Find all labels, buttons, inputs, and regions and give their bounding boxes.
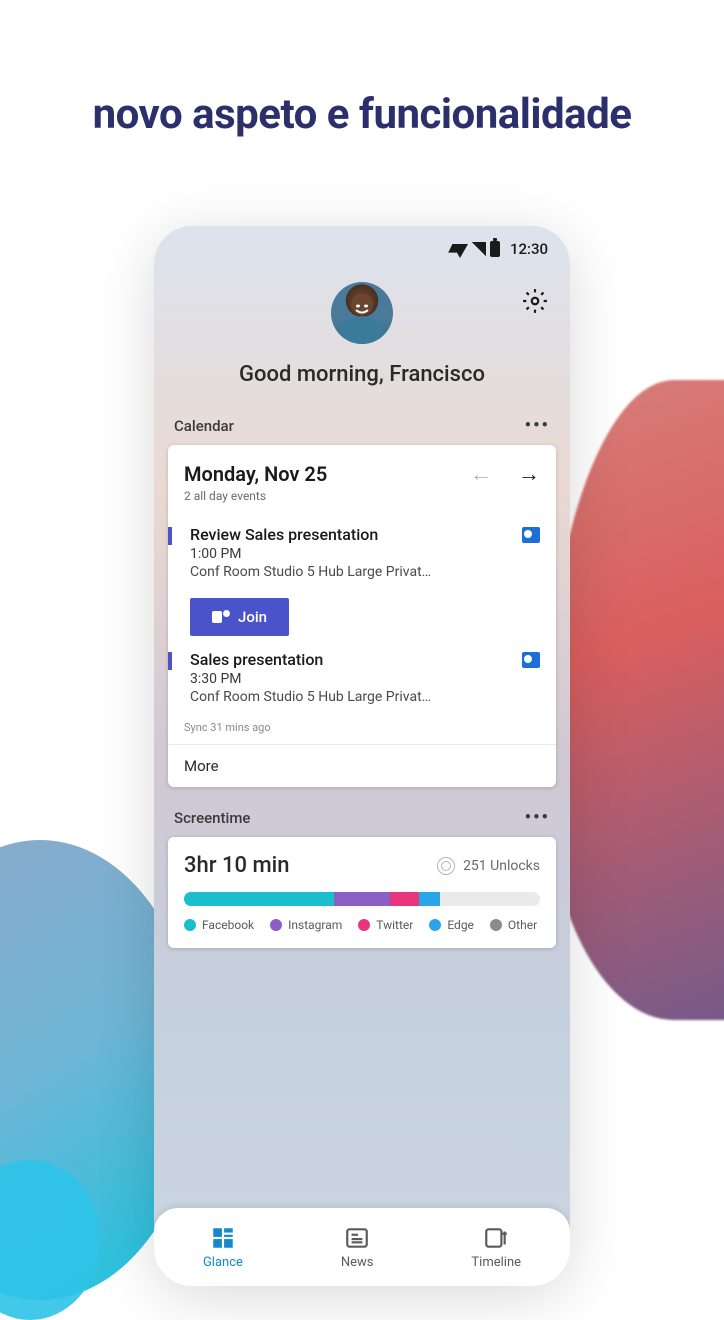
screentime-section-title: Screentime bbox=[174, 809, 250, 827]
nav-glance-label: Glance bbox=[203, 1255, 243, 1270]
legend-dot-icon bbox=[490, 919, 502, 931]
legend-item: Facebook bbox=[184, 918, 254, 932]
calendar-next-button[interactable]: → bbox=[518, 461, 540, 487]
segment-instagram bbox=[334, 892, 391, 906]
screentime-section: Screentime ••• 3hr 10 min 251 Unlocks Fa… bbox=[154, 809, 570, 948]
timeline-icon bbox=[483, 1225, 509, 1251]
battery-icon bbox=[490, 241, 500, 257]
event-location: Conf Room Studio 5 Hub Large Privat… bbox=[190, 564, 530, 580]
screentime-bar bbox=[184, 892, 540, 906]
calendar-prev-button[interactable]: ← bbox=[470, 461, 492, 487]
greeting-text: Good morning, Francisco bbox=[154, 354, 570, 417]
decorative-blob-right bbox=[544, 380, 724, 1020]
outlook-icon bbox=[522, 527, 540, 543]
sync-text: Sync 31 mins ago bbox=[168, 713, 556, 744]
legend-item: Edge bbox=[429, 918, 474, 932]
unlocks-text: 251 Unlocks bbox=[463, 858, 540, 874]
legend-dot-icon bbox=[270, 919, 282, 931]
calendar-event[interactable]: Sales presentation 3:30 PM Conf Room Stu… bbox=[168, 642, 556, 713]
join-button[interactable]: Join bbox=[190, 598, 289, 636]
screentime-total: 3hr 10 min bbox=[184, 853, 289, 878]
screentime-more-icon[interactable]: ••• bbox=[525, 809, 550, 827]
glance-icon bbox=[210, 1225, 236, 1251]
nav-timeline-label: Timeline bbox=[471, 1255, 521, 1270]
calendar-date: Monday, Nov 25 bbox=[184, 462, 327, 486]
nav-timeline[interactable]: Timeline bbox=[471, 1225, 521, 1270]
event-time: 3:30 PM bbox=[190, 671, 540, 687]
status-time: 12:30 bbox=[510, 240, 548, 258]
segment-twitter bbox=[390, 892, 418, 906]
legend-item: Twitter bbox=[358, 918, 413, 932]
screentime-card: 3hr 10 min 251 Unlocks Facebook Instagra… bbox=[168, 837, 556, 948]
page-headline: novo aspeto e funcionalidade bbox=[0, 0, 724, 179]
signal-icon bbox=[472, 242, 486, 256]
calendar-event[interactable]: Review Sales presentation 1:00 PM Conf R… bbox=[168, 517, 556, 588]
calendar-section-title: Calendar bbox=[174, 417, 234, 435]
status-bar: ▼ 12:30 bbox=[154, 226, 570, 264]
event-title: Sales presentation bbox=[190, 650, 323, 669]
calendar-subtitle: 2 all day events bbox=[168, 489, 556, 517]
bottom-nav: Glance News Timeline bbox=[154, 1208, 570, 1286]
segment-edge bbox=[419, 892, 440, 906]
segment-facebook bbox=[184, 892, 334, 906]
screentime-legend: Facebook Instagram Twitter Edge Other bbox=[184, 918, 540, 932]
phone-frame: ▼ 12:30 Good morning, Francisco Calendar… bbox=[154, 226, 570, 1286]
legend-item: Other bbox=[490, 918, 537, 932]
news-icon bbox=[344, 1225, 370, 1251]
nav-news-label: News bbox=[341, 1255, 374, 1270]
calendar-section: Calendar ••• Monday, Nov 25 ← → 2 all da… bbox=[154, 417, 570, 787]
legend-item: Instagram bbox=[270, 918, 342, 932]
outlook-icon bbox=[522, 652, 540, 668]
event-location: Conf Room Studio 5 Hub Large Privat… bbox=[190, 689, 530, 705]
nav-glance[interactable]: Glance bbox=[203, 1225, 243, 1270]
nav-news[interactable]: News bbox=[341, 1225, 374, 1270]
header-row bbox=[154, 264, 570, 354]
legend-dot-icon bbox=[429, 919, 441, 931]
avatar[interactable] bbox=[331, 282, 393, 344]
event-time: 1:00 PM bbox=[190, 546, 540, 562]
event-title: Review Sales presentation bbox=[190, 525, 378, 544]
calendar-card: Monday, Nov 25 ← → 2 all day events Revi… bbox=[168, 445, 556, 787]
join-label: Join bbox=[238, 608, 267, 626]
legend-dot-icon bbox=[358, 919, 370, 931]
wifi-icon: ▼ bbox=[452, 244, 468, 258]
calendar-more-button[interactable]: More bbox=[168, 744, 556, 787]
screentime-unlocks: 251 Unlocks bbox=[437, 857, 540, 875]
calendar-more-icon[interactable]: ••• bbox=[525, 417, 550, 435]
legend-dot-icon bbox=[184, 919, 196, 931]
teams-icon bbox=[212, 610, 230, 624]
settings-button[interactable] bbox=[522, 288, 548, 314]
fingerprint-icon bbox=[437, 857, 455, 875]
